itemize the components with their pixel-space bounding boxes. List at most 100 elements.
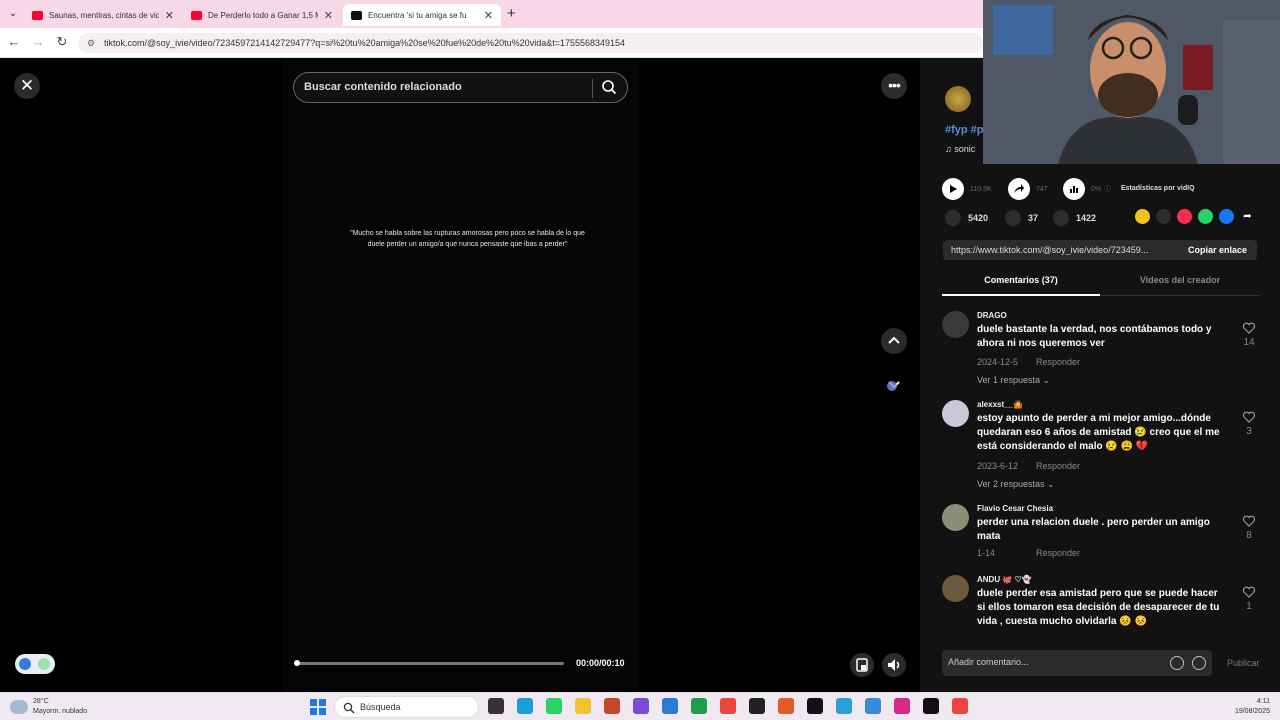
avatar[interactable] (942, 575, 969, 602)
facebook-icon[interactable] (1219, 209, 1234, 224)
terminal-icon[interactable] (807, 698, 823, 714)
publish-button[interactable]: Publicar (1227, 658, 1260, 668)
related-search-input[interactable]: Buscar contenido relacionado (293, 72, 628, 103)
app-icon[interactable] (923, 698, 939, 714)
next-video-button[interactable] (881, 371, 907, 397)
search-icon[interactable] (601, 79, 617, 95)
edge-icon[interactable] (517, 698, 533, 714)
song-line[interactable]: ♫ sonic (945, 144, 975, 154)
heart-icon[interactable] (1242, 321, 1256, 335)
creator-avatar[interactable] (945, 86, 971, 112)
likes-stat[interactable]: 5420 (945, 210, 988, 226)
task-view-icon[interactable] (488, 698, 504, 714)
avatar[interactable] (942, 504, 969, 531)
vidiq-stat: 0% ⓘ (1063, 178, 1111, 200)
video-frame[interactable] (283, 58, 639, 692)
comment-author[interactable]: DRAGO (977, 311, 1007, 320)
send-icon[interactable] (1177, 209, 1192, 224)
url-field[interactable]: ⚙ tiktok.com/@soy_ivie/video/72345972141… (78, 33, 983, 53)
bookmark-icon[interactable] (1053, 210, 1069, 226)
new-tab-icon[interactable]: + (507, 5, 516, 22)
progress-knob[interactable] (294, 660, 300, 666)
coin-icon[interactable] (1135, 209, 1150, 224)
tab-search-chevron-icon[interactable]: ⌄ (6, 7, 20, 21)
bar-chart-icon[interactable] (1063, 178, 1085, 200)
copy-link-button[interactable]: Copiar enlace (1188, 245, 1247, 255)
panel-tabs: Comentarios (37) Videos del creador (942, 272, 1260, 296)
reply-button[interactable]: Responder (1036, 548, 1080, 558)
forward-icon[interactable]: → (30, 34, 46, 49)
volume-button[interactable] (882, 653, 906, 677)
taskbar-clock[interactable]: 4:11 19/08/2025 (1235, 697, 1270, 717)
app-icon[interactable] (749, 698, 765, 714)
music-note-icon: ♫ (945, 144, 955, 154)
taskbar-search[interactable]: Búsqueda (334, 696, 479, 718)
heart-icon[interactable] (945, 210, 961, 226)
back-icon[interactable]: ← (6, 34, 22, 49)
weather-condition: Mayorm. nublado (33, 708, 88, 715)
comment-author[interactable]: alexxst__🤷 (977, 400, 1023, 409)
windows-start-icon[interactable] (310, 699, 326, 715)
share-arrow-icon[interactable] (1008, 178, 1030, 200)
emoji-icon[interactable] (1192, 656, 1206, 670)
rtve-icon[interactable] (778, 698, 794, 714)
close-player-button[interactable]: ✕ (14, 73, 40, 99)
add-comment-input[interactable]: Añadir comentario... (942, 650, 1212, 676)
app-icon[interactable] (691, 698, 707, 714)
play-icon[interactable] (942, 178, 964, 200)
whatsapp-icon[interactable] (546, 698, 562, 714)
heart-icon[interactable] (1242, 410, 1256, 424)
tab-creator-videos[interactable]: Videos del creador (1100, 272, 1260, 288)
browser-tab-active[interactable]: Encuentra 'si tu amiga se fu ✕ (343, 4, 501, 26)
video-progress-bar[interactable] (294, 660, 564, 666)
saves-stat[interactable]: 1422 (1053, 210, 1096, 226)
browser-tab[interactable]: De Perderlo todo a Ganar 1,5 M ✕ (183, 4, 341, 26)
close-tab-icon[interactable]: ✕ (165, 9, 174, 22)
reload-icon[interactable]: ↻ (54, 34, 70, 50)
view-replies-button[interactable]: Ver 2 respuestas ⌄ (977, 479, 1055, 490)
comment-author[interactable]: ANDU 🐙 ♡👻 (977, 575, 1032, 584)
close-tab-icon[interactable]: ✕ (484, 9, 493, 22)
avatar[interactable] (942, 400, 969, 427)
tiktok-icon (351, 10, 362, 20)
heart-icon[interactable] (1242, 585, 1256, 599)
app-icon[interactable] (633, 698, 649, 714)
hashtag-text[interactable]: #fyp #p (945, 124, 984, 136)
cloud-icon (10, 700, 28, 714)
info-icon[interactable]: ⓘ (1104, 184, 1111, 194)
embed-icon[interactable] (1156, 209, 1171, 224)
play-stat: 110.5K (942, 178, 992, 200)
share-more-icon[interactable]: ➦ (1240, 209, 1255, 224)
telegram-icon[interactable] (836, 698, 852, 714)
chrome-icon[interactable] (952, 698, 968, 714)
reply-button[interactable]: Responder (1036, 357, 1080, 367)
app-icon[interactable] (604, 698, 620, 714)
more-options-button[interactable]: ••• (881, 73, 907, 99)
heart-icon[interactable] (1242, 514, 1256, 528)
avatar[interactable] (942, 311, 969, 338)
close-tab-icon[interactable]: ✕ (324, 9, 333, 22)
chrome-icon[interactable] (720, 698, 736, 714)
extension-toggle[interactable] (15, 654, 55, 674)
previous-video-button[interactable] (881, 328, 907, 354)
store-icon[interactable] (662, 698, 678, 714)
tab-comments[interactable]: Comentarios (37) (942, 272, 1100, 288)
picture-in-picture-button[interactable] (850, 653, 874, 677)
view-replies-button[interactable]: Ver 1 respuesta ⌄ (977, 375, 1050, 386)
share-stat: 747 (1008, 178, 1048, 200)
comment-author[interactable]: Flavio Cesar Chesia (977, 504, 1053, 513)
add-comment-placeholder: Añadir comentario... (948, 657, 1029, 667)
mention-icon[interactable] (1170, 656, 1184, 670)
instagram-icon[interactable] (894, 698, 910, 714)
pip-icon (856, 658, 868, 672)
file-explorer-icon[interactable] (575, 698, 591, 714)
comments-stat[interactable]: 37 (1005, 210, 1038, 226)
browser-tab[interactable]: Saunas, mentiras, cintas de vid ✕ (24, 4, 182, 26)
whatsapp-icon[interactable] (1198, 209, 1213, 224)
taskbar-apps (488, 698, 981, 714)
reply-button[interactable]: Responder (1036, 461, 1080, 471)
site-info-icon[interactable]: ⚙ (87, 33, 95, 53)
comment-icon[interactable] (1005, 210, 1021, 226)
app-icon[interactable] (865, 698, 881, 714)
video-link-text[interactable]: https://www.tiktok.com/@soy_ivie/video/7… (951, 245, 1177, 255)
